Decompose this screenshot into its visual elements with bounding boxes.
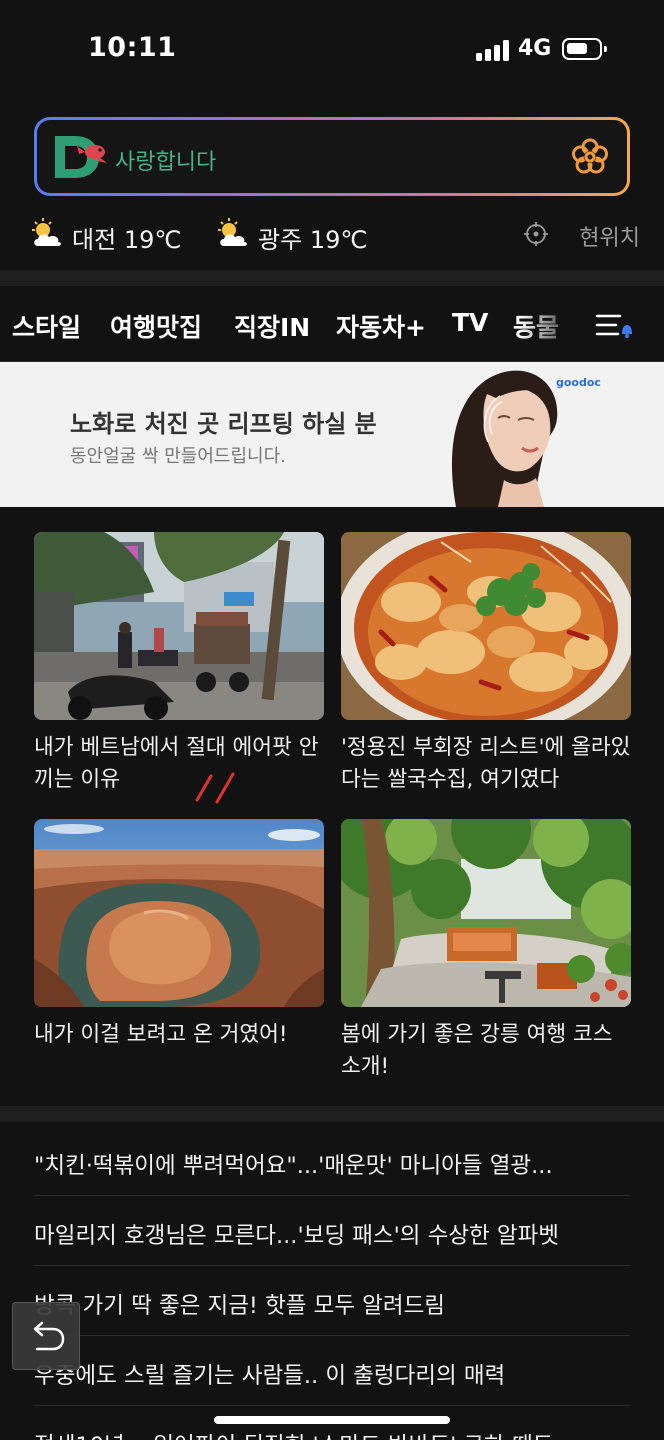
tab-work[interactable]: 직장IN (234, 308, 310, 344)
signal-icon (476, 39, 510, 61)
ad-brand: goodoc (556, 376, 601, 389)
menu-icon[interactable] (594, 310, 636, 342)
home-indicator[interactable] (214, 1416, 450, 1424)
article-thumbnail[interactable] (341, 532, 631, 720)
article-title[interactable]: 내가 베트남에서 절대 에어팟 안 끼는 이유 (34, 732, 324, 796)
weather-city-1: 대전 (72, 226, 117, 254)
article-card[interactable]: 내가 베트남에서 절대 에어팟 안 끼는 이유 (34, 532, 324, 796)
news-list-item[interactable]: 마일리지 호갱님은 모른다...'보딩 패스'의 수상한 알파벳 (34, 1196, 630, 1266)
ad-title: 노화로 처진 곳 리프팅 하실 분 (70, 410, 377, 438)
article-title[interactable]: 봄에 가기 좋은 강릉 여행 코스 소개! (341, 1019, 631, 1083)
location-target-icon[interactable] (524, 222, 548, 246)
search-placeholder[interactable]: 사랑합니다 (115, 144, 216, 176)
weather-city-2: 광주 (258, 226, 303, 254)
tab-style[interactable]: 스타일 (12, 308, 81, 344)
status-time: 10:11 (88, 32, 177, 63)
article-card[interactable]: 내가 이걸 보려고 온 거였어! (34, 819, 324, 1051)
news-list-item[interactable]: "치킨·떡볶이에 뿌려먹어요"...'매운맛' 마니아들 열광... (34, 1126, 630, 1196)
current-location-button[interactable]: 현위치 (579, 220, 640, 252)
weather-row: 대전 19℃ 광주 19℃ 현위치 (30, 216, 640, 256)
status-bar: 10:11 4G (0, 0, 664, 100)
article-title[interactable]: '정용진 부회장 리스트'에 올라있다는 쌀국수집, 여기였다 (341, 732, 631, 796)
weather-temp-1: 19℃ (123, 226, 182, 254)
weather-temp-2: 19℃ (309, 226, 368, 254)
ad-subtitle: 동안얼굴 싹 만들어드립니다. (70, 446, 286, 467)
partly-cloudy-icon (32, 218, 61, 246)
network-type: 4G (518, 36, 552, 61)
tab-tv[interactable]: TV (452, 308, 488, 337)
news-list-item[interactable]: 방콕 가기 딱 좋은 지금! 핫플 모두 알려드림 (34, 1266, 630, 1336)
daum-logo-icon (55, 136, 107, 178)
tab-travel-food[interactable]: 여행맛집 (105, 308, 207, 365)
section-divider (0, 270, 664, 286)
partly-cloudy-icon (218, 218, 247, 246)
article-thumbnail[interactable] (34, 532, 324, 720)
back-button[interactable] (12, 1302, 80, 1370)
search-bar[interactable]: 사랑합니다 (34, 117, 630, 196)
red-scribble-mark (195, 772, 235, 804)
ad-banner[interactable]: 노화로 처진 곳 리프팅 하실 분 동안얼굴 싹 만들어드립니다. goodoc (0, 362, 664, 507)
article-title[interactable]: 내가 이걸 보려고 온 거였어! (34, 1019, 324, 1051)
tab-fade (520, 286, 580, 360)
category-tabs: 스타일 여행맛집 직장IN 자동차+ TV 동물 (0, 286, 664, 365)
undo-arrow-icon (33, 1321, 65, 1351)
flower-icon[interactable] (571, 138, 609, 176)
article-thumbnail[interactable] (341, 819, 631, 1007)
section-divider (0, 1106, 664, 1122)
article-card[interactable]: 봄에 가기 좋은 강릉 여행 코스 소개! (341, 819, 631, 1083)
article-card[interactable]: '정용진 부회장 리스트'에 올라있다는 쌀국수집, 여기였다 (341, 532, 631, 796)
article-thumbnail[interactable] (34, 819, 324, 1007)
news-list-item[interactable]: 우중에도 스릴 즐기는 사람들.. 이 출렁다리의 매력 (34, 1336, 630, 1406)
tab-cars[interactable]: 자동차+ (336, 308, 426, 344)
battery-icon (562, 38, 607, 60)
